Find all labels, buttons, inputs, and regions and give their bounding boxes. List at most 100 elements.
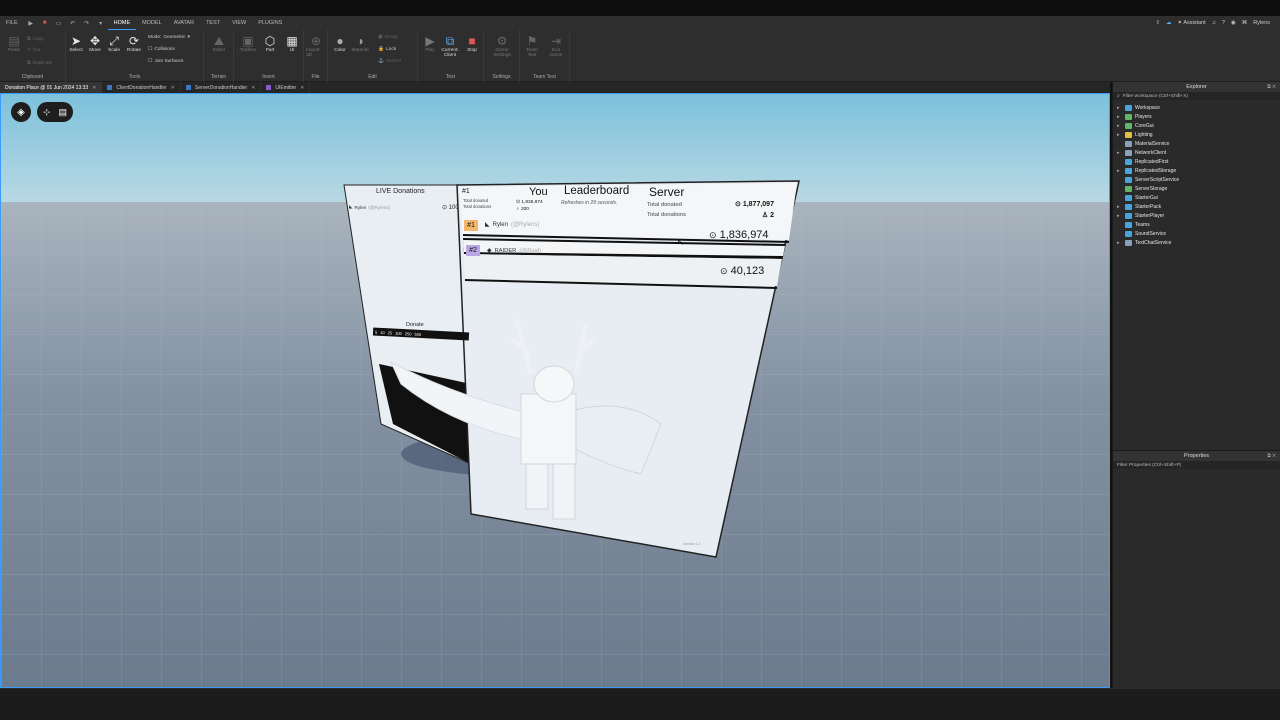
explorer-item[interactable]: ▸ Workspace [1113, 103, 1280, 112]
explorer-item[interactable]: ▸ TextChatService [1113, 238, 1280, 247]
expand-arrow-icon[interactable]: ▸ [1117, 114, 1125, 120]
save-quick-icon[interactable]: ▭ [55, 19, 63, 27]
donate-option[interactable]: 5 [375, 329, 377, 334]
explorer-item[interactable]: ▸ StarterPlayer [1113, 211, 1280, 220]
scale-button[interactable]: ⤢ Scale [104, 34, 124, 54]
expand-arrow-icon[interactable]: ▸ [1117, 150, 1125, 156]
close-icon[interactable]: ✕ [300, 85, 304, 91]
panel-controls-icon[interactable]: ⧉ ✕ [1267, 84, 1276, 90]
game-settings-button[interactable]: ⚙ Game Settings [492, 34, 512, 58]
expand-arrow-icon[interactable]: ▸ [1117, 132, 1125, 138]
row-rank: #1 [464, 220, 478, 231]
explorer-item-label: Workspace [1135, 104, 1160, 111]
donate-option[interactable]: 25 [388, 330, 393, 335]
explorer-item[interactable]: ▸ ReplicatedStorage [1113, 166, 1280, 175]
expand-arrow-icon[interactable]: ▸ [1117, 240, 1125, 246]
cut-button[interactable]: ✂ Cut [27, 48, 41, 53]
tab-plugins[interactable]: PLUGINS [252, 16, 288, 30]
lock-button[interactable]: 🔒 Lock [378, 47, 396, 52]
move-button[interactable]: ✥ Move [85, 34, 105, 53]
explorer-item[interactable]: ▸ CoreGui [1113, 121, 1280, 130]
help-icon[interactable]: ? [1222, 20, 1225, 26]
exit-game-button[interactable]: ⇥ Exit Game [546, 34, 566, 58]
robux-icon: ⊙ [720, 266, 728, 276]
expand-arrow-icon[interactable]: ▸ [1117, 123, 1125, 129]
close-icon[interactable]: ✕ [92, 85, 96, 91]
close-icon[interactable]: ✕ [171, 85, 175, 91]
file-menu[interactable]: FILE [0, 16, 24, 30]
copy-button[interactable]: ⧉ Copy [27, 36, 44, 43]
ui-button[interactable]: ▦ UI [282, 34, 302, 53]
undo-icon[interactable]: ↶ [69, 19, 77, 27]
duplicate-button[interactable]: ⧉ Duplicate [27, 60, 52, 67]
cloud-icon[interactable]: ☁ [1166, 20, 1172, 26]
tab-server-script[interactable]: ServerDonationHandler ✕ [181, 82, 262, 93]
explorer-item[interactable]: ReplicatedFirst [1113, 157, 1280, 166]
terrain-editor-button[interactable]: ⛰ Editor [209, 34, 229, 54]
roblox-menu-icon[interactable]: ◈ [11, 102, 31, 122]
stop-quick-icon[interactable]: ■ [41, 19, 49, 27]
community-icon[interactable]: ◉ [1231, 20, 1236, 26]
toolbox-button[interactable]: ▣ Toolbox [238, 34, 258, 53]
share-icon[interactable]: ⇪ [1155, 20, 1160, 26]
explorer-item[interactable]: ▸ NetworkClient [1113, 148, 1280, 157]
grid-view-icon[interactable]: ⊹ [43, 107, 51, 118]
panel-controls-icon[interactable]: ⧉ ✕ [1267, 453, 1276, 459]
collisions-toggle[interactable]: ☐ Collisions [148, 47, 175, 52]
material-button[interactable]: ◑ Material [350, 34, 370, 53]
expand-arrow-icon[interactable]: ▸ [1117, 204, 1125, 210]
tab-test[interactable]: TEST [200, 16, 226, 30]
chat-icon[interactable]: ▤ [59, 107, 68, 118]
close-icon[interactable]: ✕ [251, 85, 255, 91]
user-name[interactable]: Rylens [1253, 20, 1270, 26]
service-icon [1125, 176, 1132, 183]
share-link-icon[interactable]: ⌘ [1242, 20, 1248, 26]
explorer-item[interactable]: MaterialService [1113, 139, 1280, 148]
tab-home[interactable]: HOME [107, 16, 137, 30]
join-surfaces-toggle[interactable]: ☐ Join Surfaces [148, 59, 183, 64]
expand-arrow-icon[interactable]: ▸ [1117, 105, 1125, 111]
explorer-item[interactable]: ▸ Lighting [1113, 130, 1280, 139]
donate-option[interactable]: 500 [414, 331, 421, 336]
redo-icon[interactable]: ↷ [83, 19, 91, 27]
tab-place[interactable]: Donation Place @ 01 Jun 2024 13:33 ✕ [0, 82, 103, 93]
bell-icon[interactable]: ♫ [1212, 20, 1216, 26]
donate-option[interactable]: 10 [380, 329, 385, 334]
explorer-item[interactable]: ServerScriptService [1113, 175, 1280, 184]
anchor-button[interactable]: ⚓ Anchor [378, 59, 401, 64]
customize-icon[interactable]: ▾ [97, 19, 105, 27]
play-button[interactable]: ▶ Play [420, 34, 440, 53]
rotate-button[interactable]: ⟳ Rotate [124, 34, 144, 53]
part-button[interactable]: ⬡ Part [260, 34, 280, 53]
donate-option[interactable]: 250 [405, 331, 412, 336]
expand-arrow-icon[interactable]: ▸ [1117, 168, 1125, 174]
explorer-item[interactable]: ▸ Players [1113, 112, 1280, 121]
stop-button[interactable]: ■ Stop [462, 34, 482, 53]
donate-option[interactable]: 100 [395, 330, 402, 335]
tab-view[interactable]: VIEW [226, 16, 252, 30]
explorer-filter-input[interactable]: ⌕ Filter workspace (Ctrl+Shift+X) [1113, 92, 1280, 100]
tab-client-script[interactable]: ClientDonationHandler ✕ [102, 82, 181, 93]
tab-model[interactable]: MODEL [136, 16, 168, 30]
tab-uiemitter[interactable]: UIEmitter ✕ [261, 82, 311, 93]
select-button[interactable]: ➤ Select [66, 34, 86, 53]
explorer-item[interactable]: StarterGui [1113, 193, 1280, 202]
explorer-item[interactable]: ▸ StarterPack [1113, 202, 1280, 211]
group-button[interactable]: ▣ Group [378, 35, 398, 40]
play-quick-icon[interactable]: ▶ [27, 19, 35, 27]
explorer-item[interactable]: Teams [1113, 220, 1280, 229]
3d-viewport[interactable]: LIVE Donations ◣ Rylen (@Rylens) ⊙ 100 D… [0, 93, 1110, 688]
explorer-item[interactable]: ServerStorage [1113, 184, 1280, 193]
explorer-item[interactable]: SoundService [1113, 229, 1280, 238]
paste-button[interactable]: ▤ Paste [4, 34, 24, 53]
expand-arrow-icon[interactable]: ▸ [1117, 213, 1125, 219]
tab-avatar[interactable]: AVATAR [168, 16, 200, 30]
row-amount: ⊙ 40,123 [720, 265, 764, 277]
assistant-button[interactable]: ✦ Assistant [1178, 20, 1206, 26]
team-test-button[interactable]: ⚑ Team Test [522, 34, 542, 58]
mode-dropdown[interactable]: Mode: Geometric ▾ [148, 35, 190, 40]
properties-filter-input[interactable]: Filter Properties (Ctrl+Shift+P) [1113, 461, 1280, 469]
color-button[interactable]: ● Color [330, 34, 350, 53]
current-client-button[interactable]: ⧉ Current: Client [440, 34, 460, 59]
import3d-button[interactable]: ⊕ Import 3D [306, 34, 326, 58]
